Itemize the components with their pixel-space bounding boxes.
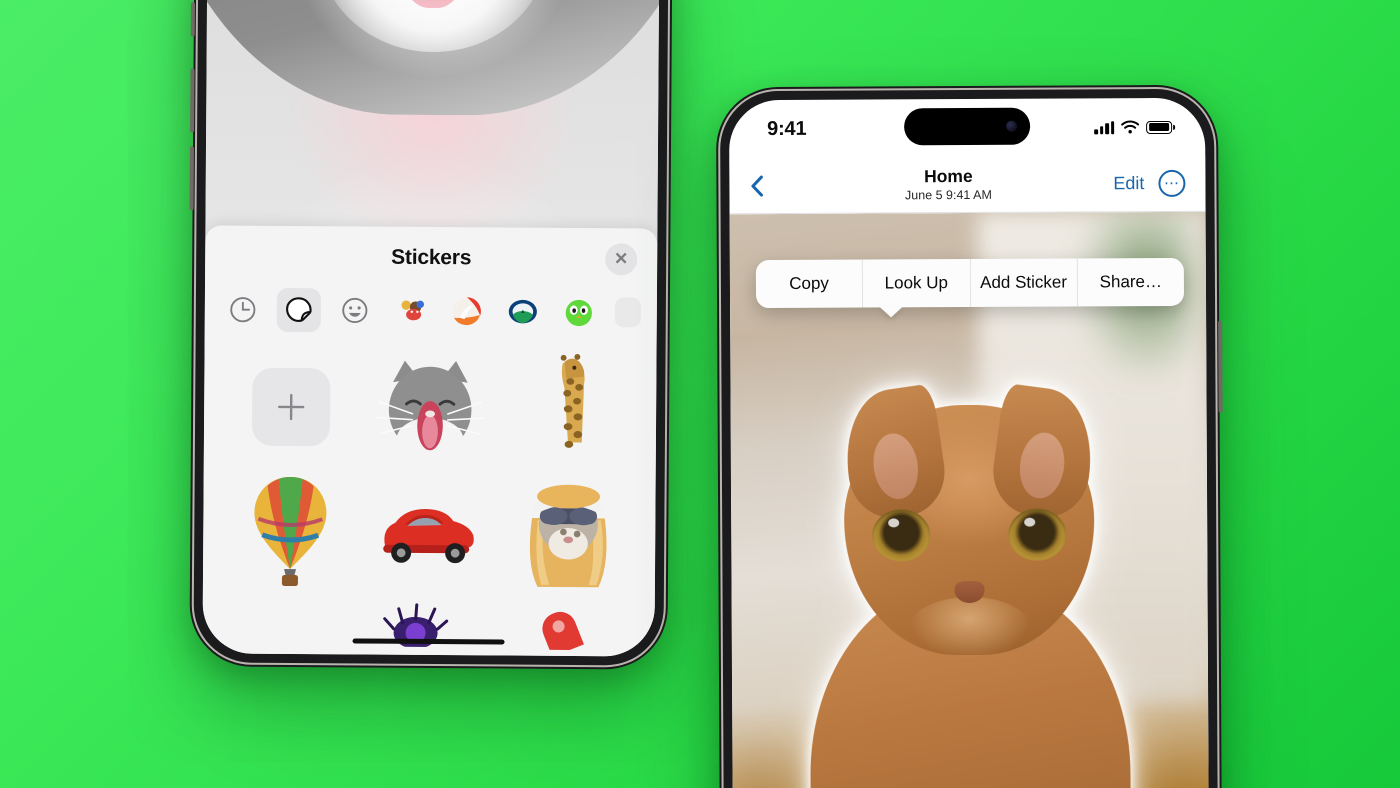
sidebar-item-memoji-pack[interactable]: [389, 289, 433, 333]
sidebar-item-recents[interactable]: [221, 288, 265, 332]
sticker-tray-title: Stickers: [391, 245, 472, 270]
dynamic-island: [904, 107, 1031, 146]
sticker-peel-icon: [286, 297, 312, 323]
context-menu-bar: Copy Look Up Add Sticker Share…: [755, 257, 1185, 309]
right-phone-screen: 9:41 Home June 5 9:41 AM Edit ⋯ Copy Loo…: [728, 97, 1210, 788]
cat-muzzle: [908, 596, 1031, 659]
context-menu: Copy Look Up Add Sticker Share…: [755, 257, 1185, 318]
sticker-grid: [203, 341, 657, 592]
cat-ear-right: [987, 382, 1100, 523]
cat-eye-left: [872, 508, 931, 562]
sidebar-item-owl-pack[interactable]: [557, 290, 601, 334]
volume-down-button[interactable]: [189, 146, 194, 211]
volume-up-button[interactable]: [190, 68, 195, 133]
page-title: Home: [923, 166, 973, 187]
power-button[interactable]: [1218, 320, 1223, 413]
mute-switch[interactable]: [190, 2, 195, 37]
smiley-icon: [342, 297, 368, 324]
plus-icon: [252, 367, 331, 447]
sidebar-item-emoji[interactable]: [333, 288, 377, 332]
sidebar-item-stickers[interactable]: [276, 287, 321, 333]
context-menu-add-sticker[interactable]: Add Sticker: [970, 258, 1078, 307]
sticker-hot-air-balloon[interactable]: [221, 472, 360, 591]
battery-full-icon: [1146, 120, 1176, 134]
left-phone-device: Stickers ✕: [189, 0, 673, 670]
grey-cat-head: [202, 0, 660, 118]
lifted-cat-subject[interactable]: [803, 352, 1136, 788]
navigation-title-block: Home June 5 9:41 AM: [783, 166, 1113, 202]
right-phone-device: 9:41 Home June 5 9:41 AM Edit ⋯ Copy Loo…: [715, 84, 1223, 788]
sticker-yawning-cat[interactable]: [360, 349, 499, 468]
sidebar-item-red-pack[interactable]: [445, 289, 489, 333]
giraffe-sticker-icon: [560, 353, 585, 448]
more-options-button[interactable]: ⋯: [1158, 169, 1186, 198]
sticker-cat-in-wig[interactable]: [498, 473, 637, 592]
sticker-red-car[interactable]: [360, 473, 499, 592]
page-subtitle: June 5 9:41 AM: [904, 187, 992, 203]
memoji-pack-icon: [401, 300, 425, 321]
context-menu-pointer: [879, 306, 904, 318]
status-bar-icons: [1094, 120, 1176, 134]
sticker-giraffe[interactable]: [499, 349, 638, 468]
red-car-sticker-icon: [383, 508, 474, 564]
back-button[interactable]: [749, 173, 783, 197]
cat-eye-right: [1008, 508, 1067, 561]
blue-oval-pack-icon: [508, 299, 537, 324]
red-flame-pack-icon: [452, 297, 481, 326]
clock-icon: [230, 297, 256, 323]
green-owl-pack-icon: [565, 299, 592, 327]
context-menu-look-up[interactable]: Look Up: [863, 258, 971, 308]
context-menu-share[interactable]: Share…: [1078, 258, 1184, 307]
navigation-actions: Edit ⋯: [1113, 169, 1186, 198]
cat-in-wig-sticker-icon: [529, 484, 607, 588]
close-icon[interactable]: ✕: [605, 243, 638, 276]
cat-ear-left: [837, 382, 951, 524]
home-indicator[interactable]: [352, 638, 505, 645]
chevron-left-icon: [751, 175, 763, 197]
sidebar-item-more-pack[interactable]: [613, 290, 643, 334]
wifi-icon: [1121, 120, 1140, 134]
cat-head: [837, 382, 1100, 659]
yawning-cat-sticker-icon: [376, 360, 484, 462]
context-menu-copy[interactable]: Copy: [755, 259, 864, 309]
sticker-tray: Stickers ✕: [202, 225, 658, 657]
status-bar: 9:41: [729, 98, 1205, 158]
front-camera-icon: [1006, 120, 1018, 132]
edit-button[interactable]: Edit: [1113, 173, 1144, 194]
sidebar-item-blue-pack[interactable]: [501, 289, 545, 333]
plus-glyph: [278, 393, 305, 421]
hot-air-balloon-sticker-icon: [254, 477, 327, 587]
left-phone-screen: Stickers ✕: [202, 0, 660, 657]
navigation-bar: Home June 5 9:41 AM Edit ⋯: [729, 155, 1206, 215]
sticker-tray-header: Stickers ✕: [205, 225, 657, 290]
sticker-category-tabs: [205, 287, 657, 344]
status-bar-time: 9:41: [767, 117, 807, 140]
sticker-partial-red-item: [542, 611, 586, 651]
cellular-bars-icon: [1094, 120, 1115, 134]
add-sticker-button[interactable]: [222, 348, 361, 467]
